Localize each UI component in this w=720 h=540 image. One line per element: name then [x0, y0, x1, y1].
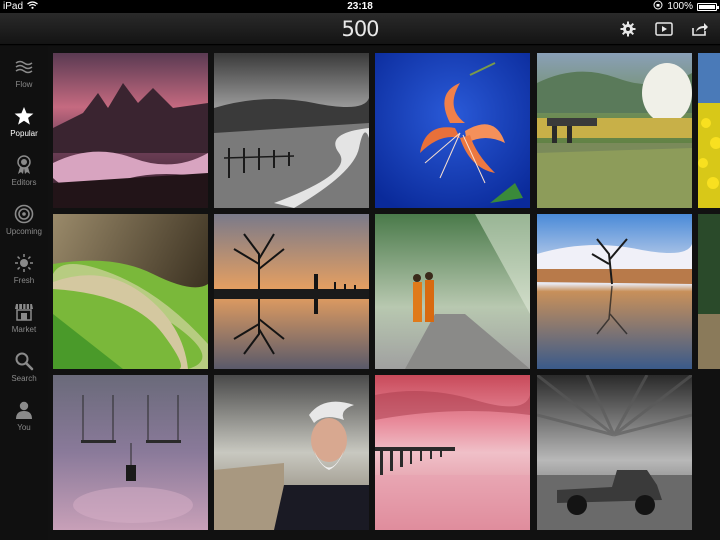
clock: 23:18 — [347, 1, 373, 12]
photo-green-field-path[interactable] — [53, 214, 208, 369]
photo-lone-tree-lake[interactable] — [537, 214, 692, 369]
photo-old-man-wind[interactable] — [214, 375, 369, 530]
sidebar: Flow Popular Editors Upcoming Fresh Mark… — [0, 46, 48, 540]
photo-green-edge[interactable] — [698, 214, 720, 369]
photo-yellow-flowers-edge[interactable] — [698, 53, 720, 208]
sidebar-item-upcoming[interactable]: Upcoming — [0, 197, 48, 245]
photo-stone-bridge-reflection[interactable] — [537, 53, 692, 208]
photo-mountain-river-sunset[interactable] — [53, 53, 208, 208]
magnifier-icon — [13, 350, 35, 372]
sidebar-item-label: Search — [11, 374, 37, 383]
photo-grid — [48, 46, 720, 540]
sidebar-item-search[interactable]: Search — [0, 344, 48, 392]
sidebar-item-fresh[interactable]: Fresh — [0, 246, 48, 294]
sidebar-item-label: Flow — [15, 80, 33, 89]
slideshow-icon[interactable] — [652, 17, 676, 41]
battery-icon — [697, 2, 719, 11]
storefront-icon — [13, 301, 35, 323]
person-icon — [13, 399, 35, 421]
orientation-lock-icon — [653, 0, 663, 13]
sidebar-item-label: Editors — [11, 178, 37, 187]
sidebar-item-flow[interactable]: Flow — [0, 50, 48, 98]
flow-icon — [13, 56, 35, 78]
photo-surreal-swing-sky[interactable] — [53, 375, 208, 530]
sidebar-item-label: You — [17, 423, 31, 432]
star-icon — [13, 105, 35, 127]
sidebar-item-label: Market — [11, 325, 37, 334]
gear-icon[interactable] — [616, 17, 640, 41]
sidebar-item-label: Fresh — [13, 276, 35, 285]
photo-orange-lily-blue-sky[interactable] — [375, 53, 530, 208]
sidebar-item-label: Popular — [10, 129, 38, 138]
photo-bw-vintage-truck[interactable] — [537, 375, 692, 530]
photo-monks-misty-road[interactable] — [375, 214, 530, 369]
target-icon — [13, 203, 35, 225]
sidebar-item-label: Upcoming — [5, 227, 42, 236]
sun-icon — [13, 252, 35, 274]
sidebar-item-editors[interactable]: Editors — [0, 148, 48, 196]
status-bar: iPad 23:18 100% — [0, 0, 720, 13]
photo-tree-silhouette-reflection[interactable] — [214, 214, 369, 369]
ribbon-icon — [13, 154, 35, 176]
app-logo: 500 — [341, 17, 379, 41]
sidebar-item-you[interactable]: You — [0, 393, 48, 441]
sidebar-item-market[interactable]: Market — [0, 295, 48, 343]
top-toolbar: 500 — [0, 13, 720, 45]
photo-bw-winding-road[interactable] — [214, 53, 369, 208]
photo-pier-sunset-sea[interactable] — [375, 375, 530, 530]
battery-percent: 100% — [667, 1, 693, 12]
sidebar-item-popular[interactable]: Popular — [0, 99, 48, 147]
share-icon[interactable] — [688, 17, 712, 41]
